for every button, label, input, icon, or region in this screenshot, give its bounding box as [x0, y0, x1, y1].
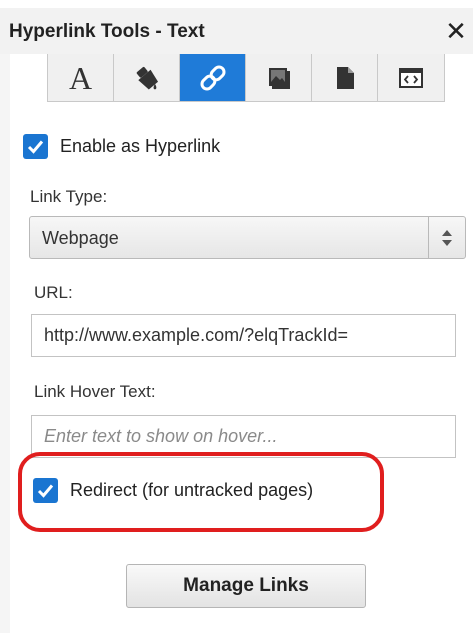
enable-hyperlink-label: Enable as Hyperlink — [60, 136, 221, 156]
tab-image-tool[interactable] — [246, 54, 312, 101]
link-type-label: Link Type: — [30, 187, 108, 206]
link-icon — [199, 64, 226, 91]
link-hover-text-label: Link Hover Text: — [34, 382, 156, 401]
panel-title: Hyperlink Tools - Text — [9, 21, 205, 42]
hover-text-placeholder: Enter text to show on hover... — [44, 426, 278, 446]
tool-tabs: A — [47, 54, 445, 102]
manage-links-button[interactable]: Manage Links — [126, 564, 366, 608]
enable-hyperlink-row: Enable as Hyperlink — [23, 134, 220, 159]
checkmark-icon — [27, 140, 44, 154]
panel-side-shade — [0, 54, 10, 633]
redirect-row: Redirect (for untracked pages) — [33, 478, 313, 503]
code-window-icon — [399, 67, 423, 88]
tab-code-tool[interactable] — [378, 54, 444, 101]
tab-link-tool[interactable] — [180, 54, 246, 101]
tab-document-tool[interactable] — [312, 54, 378, 101]
url-label: URL: — [34, 283, 73, 302]
link-type-select[interactable]: Webpage — [29, 216, 466, 259]
picture-icon — [268, 67, 290, 89]
up-down-arrows-icon — [429, 217, 465, 258]
close-icon[interactable]: ✕ — [443, 16, 469, 46]
hyperlink-tools-panel: Hyperlink Tools - Text ✕ A Enable as Hyp… — [0, 0, 473, 633]
redirect-label: Redirect (for untracked pages) — [70, 480, 314, 500]
link-type-value: Webpage — [42, 228, 119, 248]
enable-hyperlink-checkbox[interactable] — [23, 134, 48, 159]
panel-header: Hyperlink Tools - Text ✕ — [0, 8, 473, 54]
url-value: http://www.example.com/?elqTrackId= — [44, 325, 348, 345]
tab-paint-tool[interactable] — [114, 54, 180, 101]
url-input[interactable]: http://www.example.com/?elqTrackId= — [31, 314, 456, 357]
checkmark-icon — [37, 484, 54, 498]
letter-a-icon: A — [68, 59, 93, 96]
paint-bucket-icon — [136, 66, 158, 90]
tab-text-tool[interactable]: A — [48, 54, 114, 101]
document-icon — [336, 66, 354, 89]
redirect-checkbox[interactable] — [33, 478, 58, 503]
